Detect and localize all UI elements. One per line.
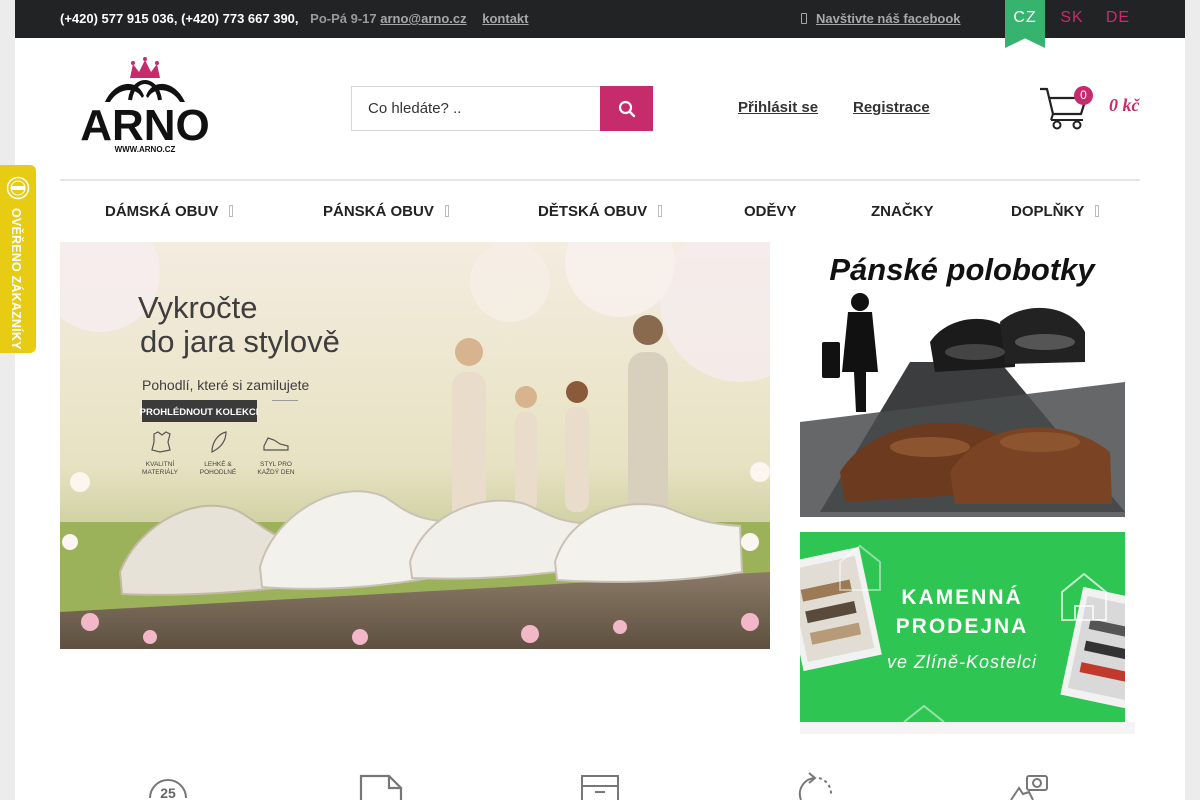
contact-link[interactable]: kontakt [482, 11, 528, 26]
verified-customers-badge[interactable]: OVĚŘENO ZÁKAZNÍKY [0, 165, 36, 353]
promo-store-line3: ve Zlíně-Kostelci [887, 652, 1037, 672]
cart-total[interactable]: 0 kč [1109, 95, 1140, 116]
promo-store-line2: PRODEJNA [896, 615, 1029, 638]
nav-womens-shoes[interactable]: DÁMSKÁ OBUV [105, 203, 234, 220]
hero-feature-3-line1: STYL PRO [260, 461, 292, 468]
hero-feature-2-line1: LEHKÉ & [204, 459, 232, 468]
location-camera-icon [1009, 770, 1053, 800]
language-sk[interactable]: SK [1052, 0, 1092, 38]
hero-banner[interactable]: Vykročte do jara stylově Pohodlí, které … [60, 242, 770, 649]
cart-button[interactable]: 0 [1039, 86, 1093, 130]
facebook-promo: Navštivte náš facebook [801, 11, 961, 26]
nav-mens-shoes[interactable]: PÁNSKÁ OBUV [323, 203, 449, 220]
hero-headline-line2: do jara stylově [140, 324, 340, 359]
phone-numbers: (+420) 577 915 036, (+420) 773 667 390, [60, 11, 299, 26]
chevron-down-icon [1095, 205, 1100, 217]
header-divider [60, 179, 1140, 181]
email-link[interactable]: arno@arno.cz [380, 11, 466, 26]
hero-cta-button[interactable]: PROHLÉDNOUT KOLEKCI [140, 400, 259, 422]
nav-brands[interactable]: ZNAČKY [871, 203, 934, 220]
nav-label: PÁNSKÁ OBUV [323, 203, 434, 220]
box-icon [578, 770, 622, 800]
chevron-down-icon [444, 205, 449, 217]
promo-store[interactable]: KAMENNÁ PRODEJNA ve Zlíně-Kostelci [800, 532, 1125, 722]
promo-divider [800, 722, 1135, 734]
facebook-link[interactable]: Navštivte náš facebook [816, 11, 961, 26]
verified-seal-icon [6, 176, 30, 200]
top-bar: (+420) 577 915 036, (+420) 773 667 390, … [15, 0, 1185, 48]
hero-feature-1-line1: KVALITNÍ [146, 459, 175, 468]
search-icon [618, 100, 635, 117]
promo-mens-title: Pánské polobotky [829, 252, 1096, 287]
chevron-down-icon [658, 205, 663, 217]
clock-25-value: 25 [160, 785, 176, 800]
facebook-icon [801, 13, 807, 24]
hero-feature-1-line2: MATERIÁLY [142, 467, 179, 476]
logo-url: WWW.ARNO.CZ [115, 145, 176, 154]
chevron-down-icon [229, 205, 234, 217]
cart-count-badge: 0 [1074, 86, 1093, 105]
hero-headline-line1: Vykročte [138, 290, 257, 325]
hero-feature-2-line2: POHODLNÉ [200, 467, 237, 476]
clock-25-icon: 25 [146, 770, 190, 800]
nav-label: ODĚVY [744, 203, 797, 220]
search-form: Co hledáte? .. [351, 86, 654, 131]
page: (+420) 577 915 036, (+420) 773 667 390, … [15, 0, 1185, 800]
contact-info: (+420) 577 915 036, (+420) 773 667 390, … [60, 11, 529, 26]
hero-subheadline: Pohodlí, které si zamilujete [142, 377, 310, 393]
promo-mens-shoes[interactable]: Pánské polobotky [800, 242, 1125, 517]
nav-label: DĚTSKÁ OBUV [538, 203, 648, 220]
nav-clothing[interactable]: ODĚVY [744, 203, 797, 220]
opening-hours: Po-Pá 9-17 [310, 11, 377, 26]
hero-cta-label: PROHLÉDNOUT KOLEKCI [140, 407, 259, 418]
nav-accessories[interactable]: DOPLŇKY [1011, 203, 1100, 220]
nav-kids-shoes[interactable]: DĚTSKÁ OBUV [538, 203, 663, 220]
nav-label: DOPLŇKY [1011, 203, 1085, 220]
return-icon [793, 770, 837, 800]
search-button[interactable] [600, 86, 653, 131]
language-cz[interactable]: CZ [1005, 0, 1045, 48]
register-link[interactable]: Registrace [853, 99, 930, 116]
hero-feature-3-line2: KAŽDÝ DEN [257, 467, 295, 476]
language-de[interactable]: DE [1098, 0, 1138, 38]
nav-label: ZNAČKY [871, 203, 934, 220]
search-input[interactable]: Co hledáte? .. [351, 86, 601, 131]
logo-wordmark: ARNO [80, 101, 210, 150]
promo-store-line1: KAMENNÁ [901, 586, 1022, 609]
document-icon [359, 770, 403, 800]
verified-badge-label: OVĚŘENO ZÁKAZNÍKY [9, 208, 23, 350]
arno-logo[interactable]: ARNO WWW.ARNO.CZ [60, 56, 230, 156]
nav-label: DÁMSKÁ OBUV [105, 203, 219, 220]
login-link[interactable]: Přihlásit se [738, 99, 818, 116]
